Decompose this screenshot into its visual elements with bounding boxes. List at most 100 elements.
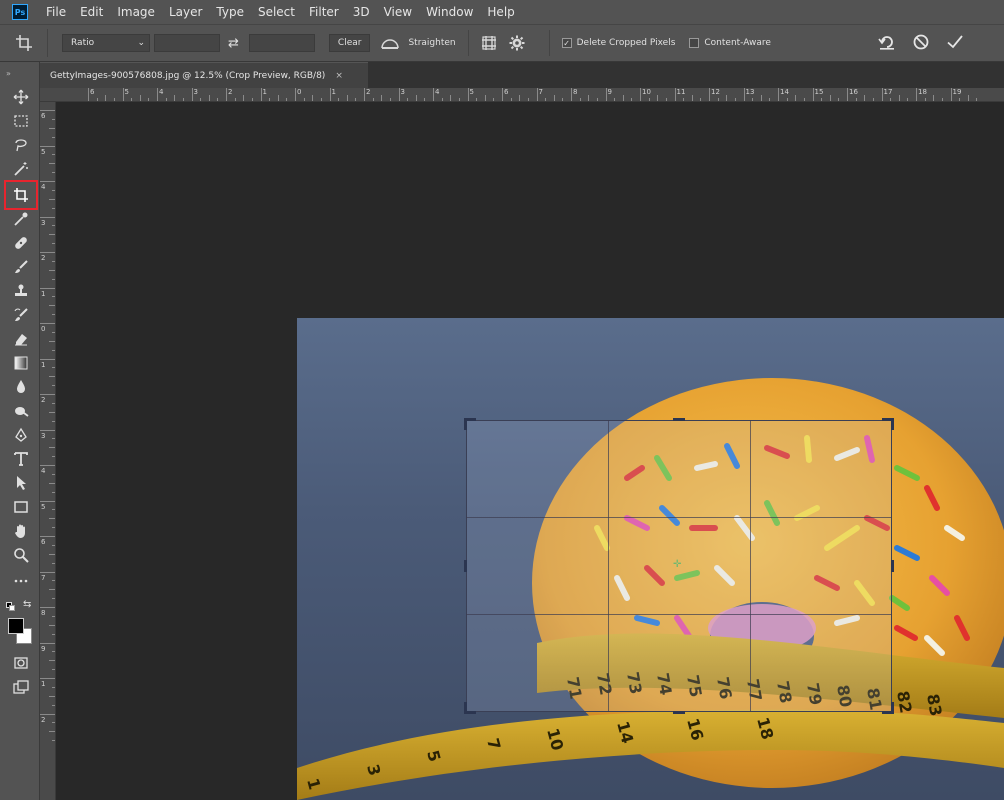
canvas-area[interactable]: 71 72 73 74 75 76 77 78 79 80 81 82 83 1… xyxy=(56,102,1004,800)
crop-box[interactable]: ✛ xyxy=(464,418,894,714)
crop-handle-left[interactable] xyxy=(464,560,467,572)
menu-image[interactable]: Image xyxy=(117,5,155,19)
cancel-icon[interactable] xyxy=(912,33,930,51)
ruler-number: 11 xyxy=(676,88,686,96)
zoom-tool-icon[interactable] xyxy=(8,544,34,566)
crop-handle-right[interactable] xyxy=(891,560,894,572)
crop-tool-icon[interactable] xyxy=(4,180,38,210)
ruler-tick xyxy=(52,296,55,298)
straighten-label[interactable]: Straighten xyxy=(408,38,455,48)
ruler-number: 13 xyxy=(745,88,755,96)
menu-view[interactable]: View xyxy=(384,5,412,19)
clear-button[interactable]: Clear xyxy=(328,34,371,52)
menu-edit[interactable]: Edit xyxy=(80,5,103,19)
content-aware-option[interactable]: Content-Aware xyxy=(689,38,771,48)
brush-tool-icon[interactable] xyxy=(8,256,34,278)
ruler-tick xyxy=(295,88,296,101)
default-colors-icon[interactable]: ⇆ xyxy=(6,599,34,612)
document-tab[interactable]: GettyImages-900576808.jpg @ 12.5% (Crop … xyxy=(40,62,368,88)
close-icon[interactable]: × xyxy=(335,71,343,81)
ruler-tick xyxy=(303,98,305,101)
ruler-tick xyxy=(614,98,616,101)
tool-preset-picker[interactable] xyxy=(0,29,48,57)
crop-handle-top-left[interactable] xyxy=(464,418,467,430)
gradient-tool-icon[interactable] xyxy=(8,352,34,374)
ruler-tick xyxy=(709,88,710,101)
crop-handle-bottom-right[interactable] xyxy=(891,702,894,714)
dodge-tool-icon[interactable] xyxy=(8,400,34,422)
healing-brush-tool-icon[interactable] xyxy=(8,232,34,254)
menu-type[interactable]: Type xyxy=(216,5,244,19)
blur-tool-icon[interactable] xyxy=(8,376,34,398)
lasso-tool-icon[interactable] xyxy=(8,134,34,156)
ruler-tick xyxy=(40,500,55,502)
swap-colors-icon[interactable]: ⇆ xyxy=(23,599,31,610)
ruler-tick xyxy=(433,88,434,101)
eyedropper-tool-icon[interactable] xyxy=(8,208,34,230)
ruler-number: 2 xyxy=(366,88,371,96)
crop-handle-bottom-left[interactable] xyxy=(464,702,467,714)
crop-handle-top[interactable] xyxy=(673,418,685,421)
path-selection-tool-icon[interactable] xyxy=(8,472,34,494)
ratio-dropdown[interactable]: Ratio ⌄ xyxy=(62,34,150,52)
menu-3d[interactable]: 3D xyxy=(353,5,370,19)
ruler-tick xyxy=(40,323,55,324)
commit-check-icon[interactable] xyxy=(946,33,964,51)
clone-stamp-tool-icon[interactable] xyxy=(8,280,34,302)
ruler-tick xyxy=(631,98,633,101)
hand-tool-icon[interactable] xyxy=(8,520,34,542)
ruler-tick xyxy=(40,394,55,395)
ruler-tick xyxy=(829,95,831,101)
straighten-icon[interactable] xyxy=(380,36,400,50)
ruler-tick xyxy=(52,260,55,262)
ruler-tick xyxy=(458,98,460,101)
ruler-number: 7 xyxy=(538,88,543,96)
ruler-number: 15 xyxy=(814,88,824,96)
gear-icon[interactable] xyxy=(509,35,525,51)
ruler-tick xyxy=(967,95,969,101)
eraser-tool-icon[interactable] xyxy=(8,328,34,350)
swap-dimensions-icon[interactable]: ⇄ xyxy=(228,36,239,51)
reset-icon[interactable] xyxy=(878,33,896,51)
ruler-number: 5 xyxy=(41,147,46,156)
foreground-color-swatch[interactable] xyxy=(8,618,24,634)
more-tools-icon[interactable] xyxy=(8,570,34,592)
ruler-number: 14 xyxy=(780,88,789,96)
crop-handle-top-right[interactable] xyxy=(891,418,894,430)
history-brush-tool-icon[interactable] xyxy=(8,304,34,326)
screen-mode-icon[interactable] xyxy=(8,676,34,698)
marquee-tool-icon[interactable] xyxy=(8,110,34,132)
quick-mask-icon[interactable] xyxy=(8,652,34,674)
ruler-tick xyxy=(52,527,55,529)
crop-handle-bottom[interactable] xyxy=(673,711,685,714)
menu-layer[interactable]: Layer xyxy=(169,5,202,19)
width-input[interactable] xyxy=(154,34,220,52)
ruler-tick xyxy=(855,98,857,101)
height-input[interactable] xyxy=(248,34,315,52)
overlay-grid-icon[interactable] xyxy=(481,35,497,51)
ruler-tick xyxy=(52,669,55,671)
magic-wand-tool-icon[interactable] xyxy=(8,158,34,180)
menu-select[interactable]: Select xyxy=(258,5,295,19)
panel-collapse-icon[interactable]: » xyxy=(0,62,39,84)
ruler-tick xyxy=(49,447,55,449)
ruler-number: 5 xyxy=(41,502,46,511)
type-tool-icon[interactable] xyxy=(8,448,34,470)
pen-tool-icon[interactable] xyxy=(8,424,34,446)
menu-help[interactable]: Help xyxy=(487,5,514,19)
ruler-tick xyxy=(898,95,900,101)
menu-filter[interactable]: Filter xyxy=(309,5,339,19)
menu-window[interactable]: Window xyxy=(426,5,473,19)
delete-cropped-pixels-checkbox[interactable]: ✓ xyxy=(561,38,572,48)
delete-cropped-pixels-option[interactable]: ✓ Delete Cropped Pixels xyxy=(561,38,675,48)
ruler-number: 1 xyxy=(331,88,336,96)
rectangle-tool-icon[interactable] xyxy=(8,496,34,518)
ruler-number: 9 xyxy=(41,644,46,653)
ruler-number: 5 xyxy=(469,88,474,96)
menu-file[interactable]: File xyxy=(46,5,66,19)
divider xyxy=(548,30,550,56)
ruler-tick xyxy=(493,98,495,101)
ruler-tick xyxy=(959,98,961,101)
content-aware-checkbox[interactable] xyxy=(689,38,700,48)
move-tool-icon[interactable] xyxy=(8,86,34,108)
